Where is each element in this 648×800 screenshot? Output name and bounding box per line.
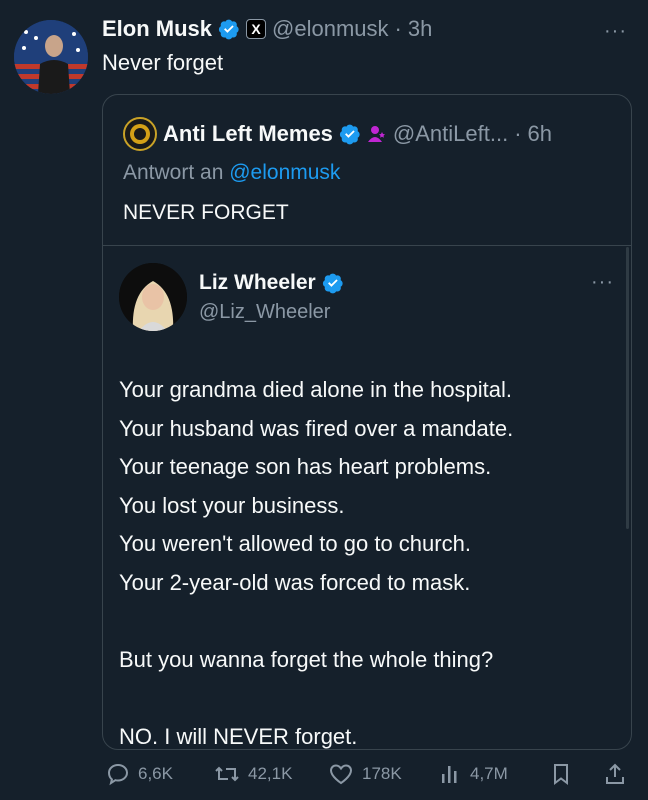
- separator: ·: [514, 121, 522, 146]
- body-line: [119, 602, 513, 641]
- body-line: You lost your business.: [119, 492, 345, 518]
- inner-author-row: Liz Wheeler: [199, 271, 344, 295]
- reply-button[interactable]: 6,6K: [106, 762, 173, 786]
- person-flag-avatar-icon: [14, 20, 88, 94]
- subscriber-icon: [367, 126, 385, 142]
- inner-tweet-body: Your grandma died alone in the hospital.…: [119, 371, 514, 749]
- like-button[interactable]: 178K: [328, 762, 402, 786]
- quote-author-avatar[interactable]: [123, 117, 157, 151]
- views-chart-icon: [442, 766, 457, 783]
- inner-author-avatar[interactable]: [119, 263, 187, 331]
- share-button[interactable]: [604, 762, 626, 786]
- badge-logo-icon: [130, 124, 150, 144]
- action-bar: 6,6K 42,1K 178K 4,7M: [0, 752, 648, 800]
- scrollbar[interactable]: [626, 247, 629, 529]
- reply-prefix: Antwort an: [123, 161, 224, 184]
- portrait-avatar-icon: [119, 263, 187, 331]
- verified-icon: [218, 19, 239, 40]
- more-options-icon[interactable]: ···: [591, 271, 614, 294]
- like-count: 178K: [362, 764, 402, 783]
- inner-author-name[interactable]: Liz Wheeler: [199, 271, 316, 295]
- repost-button[interactable]: 42,1K: [214, 762, 292, 786]
- body-line: NO. I will NEVER forget.: [119, 723, 358, 749]
- inner-author-handle[interactable]: @Liz_Wheeler: [199, 301, 330, 324]
- reply-to-line: Antwort an @elonmusk: [123, 161, 340, 185]
- repost-icon: [215, 766, 239, 782]
- reply-handle-link[interactable]: @elonmusk: [229, 161, 340, 184]
- quote-time[interactable]: 6h: [528, 121, 552, 147]
- verified-icon: [339, 124, 360, 145]
- author-name[interactable]: Elon Musk: [102, 16, 212, 42]
- quote-author-row: Anti Left Memes @AntiLeft... · 6h: [123, 117, 552, 151]
- heart-icon: [329, 764, 353, 785]
- reply-icon: [107, 763, 129, 786]
- reply-count: 6,6K: [138, 764, 173, 783]
- body-line: Your husband was fired over a mandate.: [119, 415, 514, 441]
- body-line: Your teenage son has heart problems.: [119, 454, 492, 479]
- quoted-tweet[interactable]: Anti Left Memes @AntiLeft... · 6h Antwor…: [102, 94, 632, 750]
- repost-count: 42,1K: [248, 764, 293, 783]
- author-handle[interactable]: @elonmusk: [272, 16, 389, 42]
- x-affiliation-icon: X: [246, 19, 267, 39]
- body-line: But you wanna forget the whole thing?: [119, 646, 494, 672]
- bookmark-icon: [554, 764, 568, 785]
- tweet-text: Never forget: [102, 50, 224, 75]
- author-avatar[interactable]: [14, 20, 88, 94]
- tweet-time[interactable]: 3h: [408, 16, 432, 42]
- share-icon: [606, 763, 624, 784]
- view-count: 4,7M: [470, 764, 508, 783]
- quote-text: NEVER FORGET: [123, 201, 289, 224]
- quote-author-handle[interactable]: @AntiLeft...: [393, 121, 508, 147]
- quote-author-name[interactable]: Anti Left Memes: [163, 121, 333, 147]
- verified-icon: [322, 273, 343, 294]
- views-button[interactable]: 4,7M: [440, 762, 508, 786]
- divider: [103, 245, 631, 246]
- more-options-icon[interactable]: ···: [604, 20, 627, 43]
- body-line: Your 2-year-old was forced to mask.: [119, 569, 471, 595]
- body-line: You weren't allowed to go to church.: [119, 531, 471, 556]
- body-line: Your grandma died alone in the hospital.: [119, 377, 513, 402]
- separator: ·: [394, 16, 402, 41]
- author-row: Elon Musk X @elonmusk · 3h: [102, 16, 432, 42]
- bookmark-button[interactable]: [550, 762, 572, 786]
- body-line: [119, 679, 513, 718]
